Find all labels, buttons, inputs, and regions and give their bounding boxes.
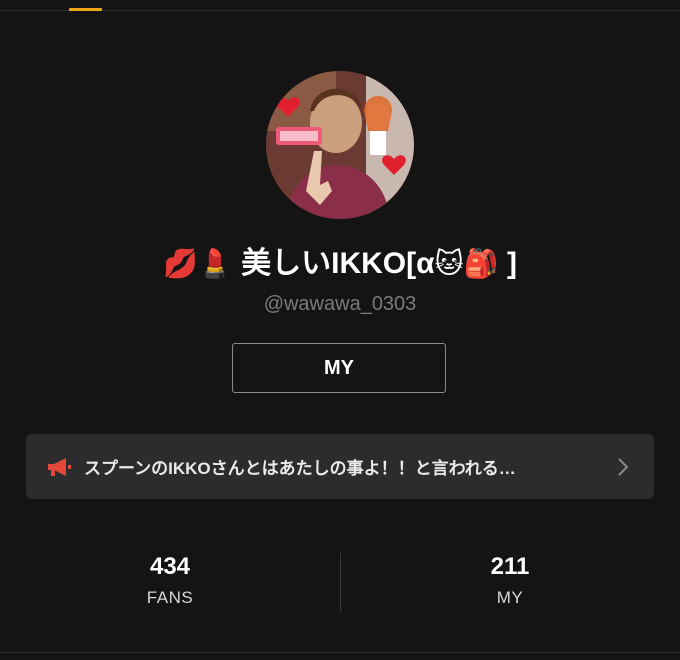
chevron-right-icon	[618, 457, 629, 476]
my-button[interactable]: MY	[232, 343, 446, 393]
lips-lipstick-emoji: 💋💄	[163, 247, 233, 280]
fans-count: 434	[149, 553, 191, 580]
profile-photo-icon	[266, 71, 414, 219]
my-label: MY	[496, 588, 524, 607]
cat-backpack-emoji: 🐱🎒	[434, 247, 499, 280]
active-tab-indicator	[69, 8, 102, 11]
fans-label: FANS	[146, 588, 194, 607]
username: @wawawa_0303	[263, 293, 417, 315]
display-name-text: 美しいIKKO[α	[241, 247, 435, 280]
display-name-close: ]	[506, 247, 517, 280]
my-count: 211	[490, 553, 530, 580]
bottom-divider	[0, 652, 680, 653]
announcement-bar[interactable]: スプーンのIKKOさんとはあたしの事よ！！と言われる…	[26, 434, 654, 499]
display-name: 💋💄 美しいIKKO[α🐱🎒 ]	[0, 244, 680, 284]
top-divider	[0, 10, 680, 11]
stats-divider	[340, 553, 341, 611]
avatar[interactable]	[266, 71, 414, 219]
fans-stat[interactable]: 434 FANS	[0, 540, 340, 609]
announcement-text: スプーンのIKKOさんとはあたしの事よ！！と言われる…	[84, 459, 516, 478]
megaphone-icon	[48, 457, 71, 476]
my-stat[interactable]: 211 MY	[340, 540, 680, 609]
